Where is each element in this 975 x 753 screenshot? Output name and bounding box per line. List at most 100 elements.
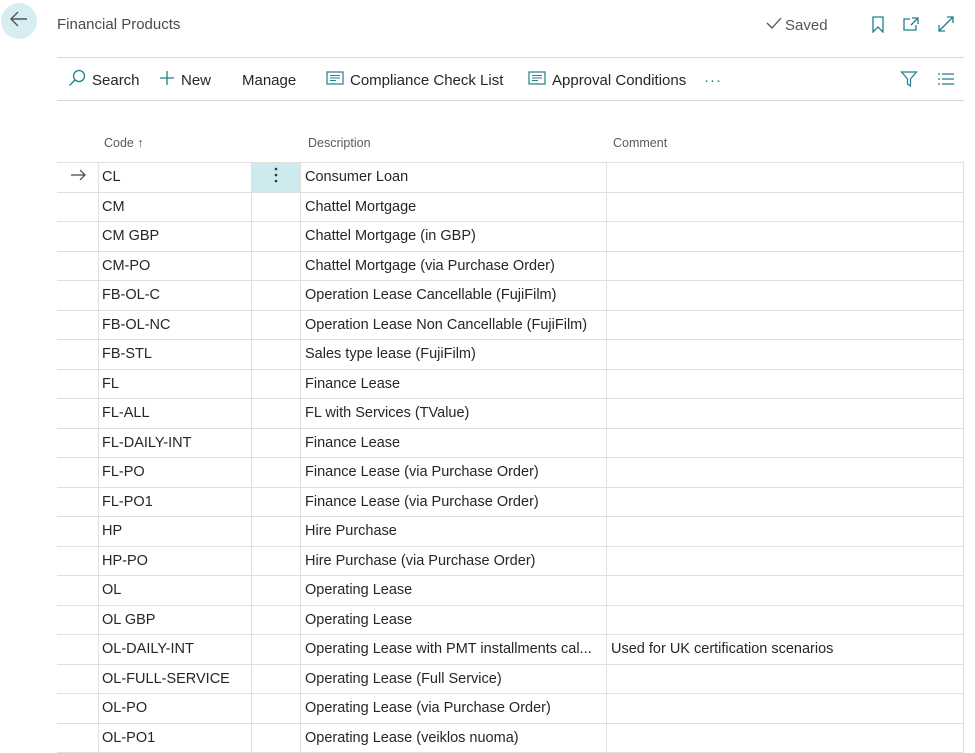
code-cell[interactable]: OL-PO xyxy=(98,694,251,723)
description-cell[interactable]: Operating Lease (veiklos nuoma) xyxy=(300,724,606,753)
compliance-check-list-button[interactable]: Compliance Check List xyxy=(326,69,503,91)
description-cell[interactable]: Finance Lease (via Purchase Order) xyxy=(300,488,606,517)
row-menu[interactable] xyxy=(251,635,300,664)
approval-conditions-button[interactable]: Approval Conditions xyxy=(528,69,686,91)
comment-cell[interactable] xyxy=(606,399,964,428)
row-menu[interactable] xyxy=(251,547,300,576)
comment-cell[interactable] xyxy=(606,311,964,340)
comment-cell[interactable] xyxy=(606,458,964,487)
search-button[interactable]: Search xyxy=(68,69,140,91)
description-cell[interactable]: Operating Lease (Full Service) xyxy=(300,665,606,694)
comment-cell[interactable] xyxy=(606,547,964,576)
description-cell[interactable]: Finance Lease (via Purchase Order) xyxy=(300,458,606,487)
code-cell[interactable]: HP xyxy=(98,517,251,546)
comment-cell[interactable] xyxy=(606,606,964,635)
comment-cell[interactable] xyxy=(606,222,964,251)
description-cell[interactable]: Operation Lease Cancellable (FujiFilm) xyxy=(300,281,606,310)
row-menu[interactable] xyxy=(251,222,300,251)
comment-cell[interactable] xyxy=(606,665,964,694)
description-cell[interactable]: Sales type lease (FujiFilm) xyxy=(300,340,606,369)
column-header-comment[interactable]: Comment xyxy=(613,136,667,150)
code-cell[interactable]: CM GBP xyxy=(98,222,251,251)
more-options-button[interactable]: ··· xyxy=(704,69,722,91)
manage-menu[interactable]: Manage xyxy=(242,69,296,91)
comment-cell[interactable] xyxy=(606,252,964,281)
table-row[interactable]: FL-ALLFL with Services (TValue) xyxy=(57,399,964,429)
code-cell[interactable]: FB-OL-NC xyxy=(98,311,251,340)
table-row[interactable]: OL GBP Operating Lease xyxy=(57,606,964,636)
description-cell[interactable]: Operation Lease Non Cancellable (FujiFil… xyxy=(300,311,606,340)
back-button[interactable] xyxy=(1,3,37,39)
description-cell[interactable]: Finance Lease xyxy=(300,370,606,399)
row-menu[interactable] xyxy=(251,429,300,458)
table-row[interactable]: FL-PO Finance Lease (via Purchase Order) xyxy=(57,458,964,488)
comment-cell[interactable] xyxy=(606,163,964,192)
comment-cell[interactable]: Used for UK certification scenarios xyxy=(606,635,964,664)
table-row[interactable]: CM-PO Chattel Mortgage (via Purchase Orde… xyxy=(57,252,964,282)
table-row[interactable]: CL Consumer Loan xyxy=(57,162,964,193)
table-row[interactable]: CM Chattel Mortgage xyxy=(57,193,964,223)
comment-cell[interactable] xyxy=(606,429,964,458)
new-button[interactable]: New xyxy=(159,69,211,91)
table-row[interactable]: FL-DAILY-INT Finance Lease xyxy=(57,429,964,459)
row-menu[interactable] xyxy=(251,458,300,487)
description-cell[interactable]: Hire Purchase (via Purchase Order) xyxy=(300,547,606,576)
description-cell[interactable]: Operating Lease with PMT installments ca… xyxy=(300,635,606,664)
open-new-window-icon[interactable] xyxy=(901,14,921,34)
code-cell[interactable]: FB-STL xyxy=(98,340,251,369)
bookmark-icon[interactable] xyxy=(868,14,888,34)
row-menu[interactable] xyxy=(251,281,300,310)
table-row[interactable]: OL Operating Lease xyxy=(57,576,964,606)
description-cell[interactable]: Chattel Mortgage (via Purchase Order) xyxy=(300,252,606,281)
code-cell[interactable]: OL-PO1 xyxy=(98,724,251,753)
description-cell[interactable]: Operating Lease xyxy=(300,576,606,605)
column-header-description[interactable]: Description xyxy=(308,136,371,150)
description-cell[interactable]: Operating Lease xyxy=(300,606,606,635)
row-menu[interactable] xyxy=(251,576,300,605)
code-cell[interactable]: OL-FULL-SERVICE xyxy=(98,665,251,694)
comment-cell[interactable] xyxy=(606,281,964,310)
code-cell[interactable]: CL xyxy=(98,163,251,192)
filter-icon[interactable] xyxy=(899,69,919,89)
row-menu[interactable] xyxy=(251,724,300,753)
row-menu[interactable] xyxy=(251,340,300,369)
code-cell[interactable]: FB-OL-C xyxy=(98,281,251,310)
expand-icon[interactable] xyxy=(936,14,956,34)
comment-cell[interactable] xyxy=(606,193,964,222)
code-cell[interactable]: HP-PO xyxy=(98,547,251,576)
table-row[interactable]: FB-OL-NC Operation Lease Non Cancellable … xyxy=(57,311,964,341)
row-menu[interactable] xyxy=(251,311,300,340)
code-cell[interactable]: OL xyxy=(98,576,251,605)
description-cell[interactable]: FL with Services (TValue) xyxy=(300,399,606,428)
description-cell[interactable]: Operating Lease (via Purchase Order) xyxy=(300,694,606,723)
row-menu[interactable] xyxy=(251,517,300,546)
description-cell[interactable]: Hire Purchase xyxy=(300,517,606,546)
code-cell[interactable]: FL-PO xyxy=(98,458,251,487)
code-cell[interactable]: CM xyxy=(98,193,251,222)
list-view-icon[interactable] xyxy=(936,69,956,89)
table-row[interactable]: OL-DAILY-INT Operating Lease with PMT ins… xyxy=(57,635,964,665)
column-header-code[interactable]: Code ↑ xyxy=(104,136,144,150)
row-menu[interactable] xyxy=(251,252,300,281)
table-row[interactable]: HP-PO Hire Purchase (via Purchase Order) xyxy=(57,547,964,577)
code-cell[interactable]: CM-PO xyxy=(98,252,251,281)
code-cell[interactable]: OL GBP xyxy=(98,606,251,635)
description-cell[interactable]: Finance Lease xyxy=(300,429,606,458)
table-row[interactable]: CM GBPChattel Mortgage (in GBP) xyxy=(57,222,964,252)
table-row[interactable]: FL-PO1Finance Lease (via Purchase Order) xyxy=(57,488,964,518)
comment-cell[interactable] xyxy=(606,370,964,399)
table-row[interactable]: OL-PO Operating Lease (via Purchase Order… xyxy=(57,694,964,724)
code-cell[interactable]: FL-DAILY-INT xyxy=(98,429,251,458)
code-cell[interactable]: OL-DAILY-INT xyxy=(98,635,251,664)
comment-cell[interactable] xyxy=(606,724,964,753)
row-menu[interactable] xyxy=(251,399,300,428)
table-row[interactable]: FB-OL-C Operation Lease Cancellable (Fuji… xyxy=(57,281,964,311)
row-menu[interactable] xyxy=(251,193,300,222)
code-cell[interactable]: FL xyxy=(98,370,251,399)
description-cell[interactable]: Chattel Mortgage xyxy=(300,193,606,222)
description-cell[interactable]: Consumer Loan xyxy=(300,163,606,192)
table-row[interactable]: OL-FULL-SERVICE Operating Lease (Full Ser… xyxy=(57,665,964,695)
row-menu[interactable] xyxy=(251,694,300,723)
row-menu[interactable] xyxy=(251,163,300,192)
table-row[interactable]: FB-STL Sales type lease (FujiFilm) xyxy=(57,340,964,370)
